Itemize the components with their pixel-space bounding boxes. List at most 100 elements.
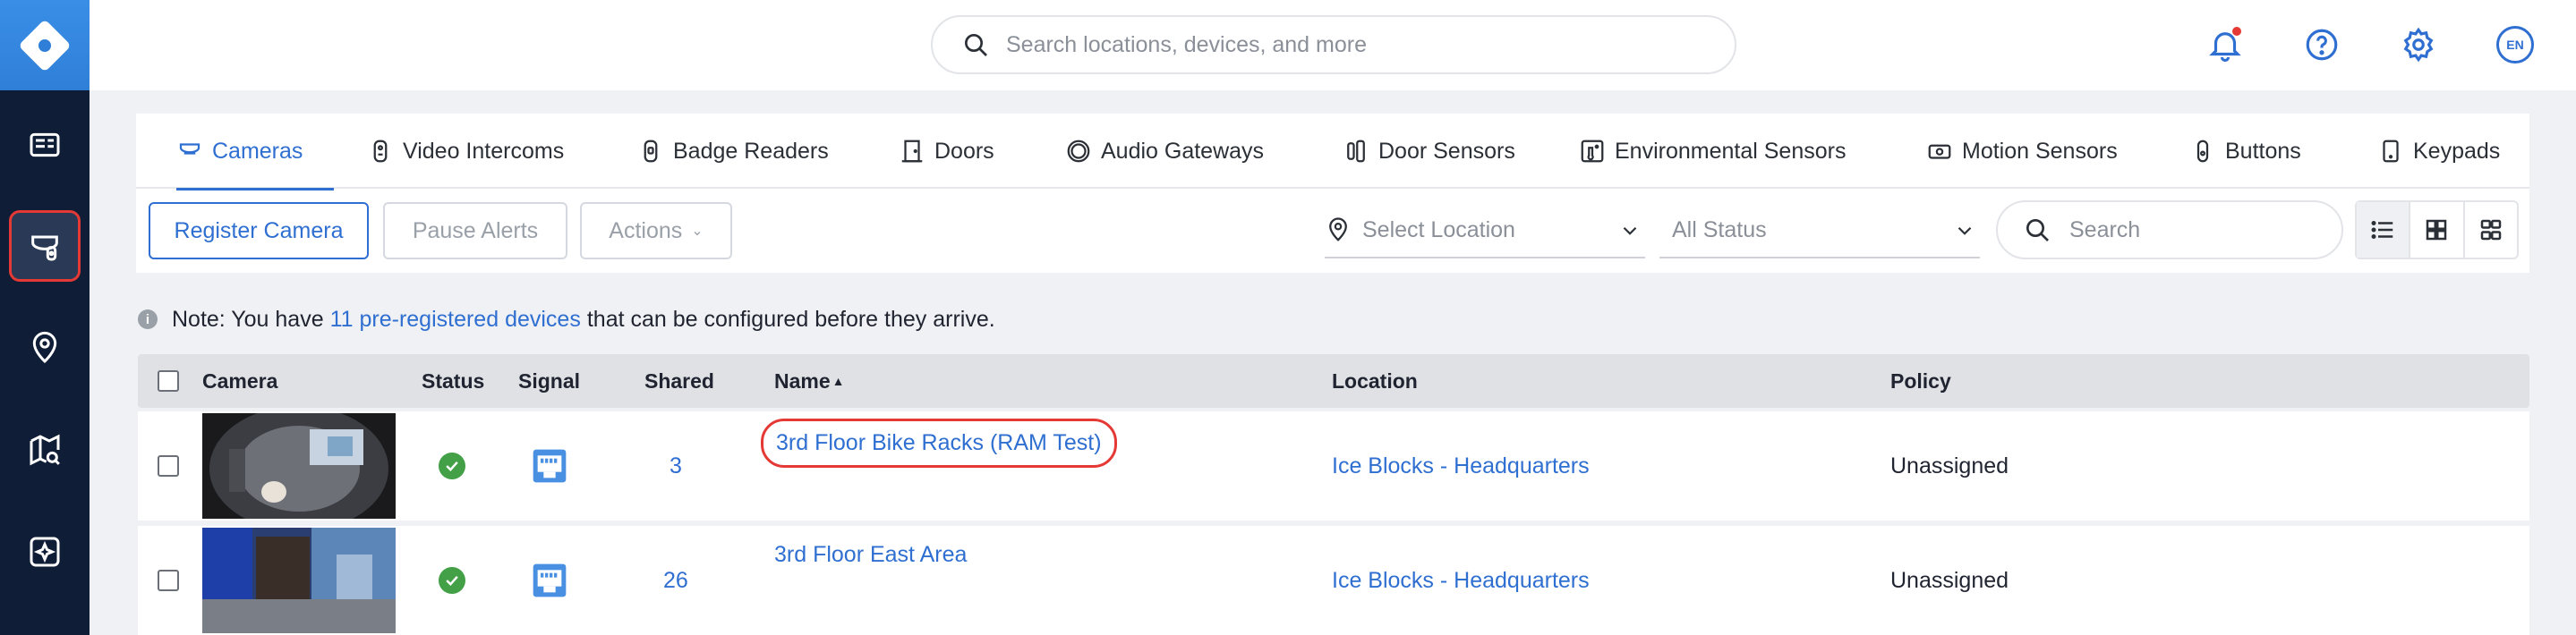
actions-label: Actions bbox=[609, 217, 683, 243]
left-nav-rail bbox=[0, 0, 90, 635]
shared-count-link[interactable]: 3 bbox=[670, 411, 682, 521]
online-check-icon bbox=[439, 453, 465, 479]
search-icon bbox=[2026, 219, 2049, 241]
table-row[interactable]: 3 3rd Floor Bike Racks (RAM Test) Ice Bl… bbox=[138, 411, 2529, 521]
column-camera: Camera bbox=[202, 368, 278, 393]
tab-label: Cameras bbox=[212, 138, 303, 164]
tab-label: Door Sensors bbox=[1378, 138, 1515, 164]
note-prefix: Note: You have bbox=[172, 306, 324, 332]
preregistered-devices-link[interactable]: 11 pre-registered devices bbox=[330, 307, 581, 333]
tab-keypads[interactable]: Keypads bbox=[2377, 114, 2500, 189]
camera-name-link[interactable]: 3rd Floor East Area bbox=[774, 542, 967, 568]
camera-thumbnail[interactable] bbox=[202, 528, 396, 633]
column-signal[interactable]: Signal bbox=[518, 354, 580, 408]
column-location[interactable]: Location bbox=[1332, 354, 1418, 408]
chevron-down-icon: ⌄ bbox=[691, 224, 704, 239]
badge-reader-icon bbox=[644, 140, 658, 163]
nav-maps[interactable] bbox=[9, 414, 81, 486]
door-sensor-icon bbox=[1347, 140, 1365, 163]
help-button[interactable] bbox=[2299, 21, 2345, 68]
gear-icon bbox=[2403, 27, 2434, 63]
status-value: All Status bbox=[1672, 216, 1767, 242]
button-device-icon bbox=[2196, 140, 2209, 163]
nav-dashboard[interactable] bbox=[9, 109, 81, 181]
table-header: Camera Status Signal Shared Name ▲ Locat… bbox=[138, 354, 2529, 408]
column-name[interactable]: Name ▲ bbox=[774, 354, 845, 408]
location-link[interactable]: Ice Blocks - Headquarters bbox=[1332, 411, 1590, 521]
tab-label: Motion Sensors bbox=[1962, 138, 2118, 164]
actions-dropdown[interactable]: Actions ⌄ bbox=[580, 202, 732, 259]
column-status[interactable]: Status bbox=[422, 354, 484, 408]
location-link[interactable]: Ice Blocks - Headquarters bbox=[1332, 526, 1590, 635]
row-select-cell bbox=[158, 411, 179, 521]
door-icon bbox=[901, 140, 923, 163]
pause-alerts-button[interactable]: Pause Alerts bbox=[383, 202, 567, 259]
list-icon bbox=[2371, 221, 2393, 239]
tab-motion-sensors[interactable]: Motion Sensors bbox=[1926, 114, 2118, 189]
notification-dot bbox=[2232, 27, 2241, 36]
table-row[interactable]: 26 3rd Floor East Area Ice Blocks - Head… bbox=[138, 526, 2529, 635]
location-select[interactable]: Select Location bbox=[1325, 203, 1645, 258]
nav-devices[interactable] bbox=[9, 210, 81, 282]
ethernet-icon bbox=[533, 563, 567, 597]
language-button[interactable]: EN bbox=[2492, 21, 2538, 68]
tab-environmental-sensors[interactable]: Environmental Sensors bbox=[1579, 114, 1846, 189]
signal-cell bbox=[532, 526, 567, 635]
global-search-input[interactable]: Search locations, devices, and more bbox=[931, 15, 1736, 74]
status-select[interactable]: All Status bbox=[1659, 203, 1980, 258]
column-name-label: Name bbox=[774, 368, 831, 393]
grid-view-button[interactable] bbox=[2410, 202, 2465, 258]
policy-value: Unassigned bbox=[1890, 453, 2009, 478]
policy-value: Unassigned bbox=[1890, 567, 2009, 593]
motion-sensor-icon bbox=[1928, 144, 1951, 159]
select-all-checkbox[interactable] bbox=[158, 370, 179, 392]
tab-label: Doors bbox=[934, 138, 994, 164]
tab-door-sensors[interactable]: Door Sensors bbox=[1343, 114, 1515, 189]
nav-locations[interactable] bbox=[9, 312, 81, 384]
shared-count-link[interactable]: 26 bbox=[663, 526, 688, 635]
location-placeholder: Select Location bbox=[1362, 216, 1515, 242]
notifications-button[interactable] bbox=[2202, 21, 2248, 68]
tab-cameras[interactable]: Cameras bbox=[176, 114, 334, 190]
nav-integrations[interactable] bbox=[9, 516, 81, 588]
global-search-placeholder: Search locations, devices, and more bbox=[1006, 31, 1367, 57]
tab-video-intercoms[interactable]: Video Intercoms bbox=[367, 114, 564, 189]
tile-view-button[interactable] bbox=[2465, 202, 2517, 258]
settings-button[interactable] bbox=[2395, 21, 2442, 68]
device-search-input[interactable]: Search bbox=[1996, 200, 2343, 259]
ethernet-icon bbox=[533, 449, 567, 483]
camera-name-link[interactable]: 3rd Floor Bike Racks (RAM Test) bbox=[761, 419, 1117, 468]
dashboard-card-icon bbox=[30, 132, 60, 157]
tab-label: Keypads bbox=[2413, 138, 2501, 164]
select-all-cell bbox=[158, 354, 179, 408]
tab-label: Audio Gateways bbox=[1101, 138, 1265, 164]
tab-buttons[interactable]: Buttons bbox=[2189, 114, 2301, 189]
column-policy[interactable]: Policy bbox=[1890, 354, 1951, 408]
app-logo[interactable] bbox=[0, 0, 90, 90]
register-camera-button[interactable]: Register Camera bbox=[149, 202, 369, 259]
column-shared[interactable]: Shared bbox=[644, 354, 714, 408]
top-bar: Search locations, devices, and more EN bbox=[90, 0, 2576, 90]
intercom-icon bbox=[373, 140, 388, 163]
row-checkbox[interactable] bbox=[158, 455, 179, 477]
signal-cell bbox=[532, 411, 567, 521]
tab-doors[interactable]: Doors bbox=[899, 114, 994, 189]
camera-device-icon bbox=[31, 235, 58, 261]
row-checkbox[interactable] bbox=[158, 570, 179, 591]
tile-grid-icon bbox=[2480, 219, 2502, 241]
camera-thumbnail[interactable] bbox=[202, 413, 396, 519]
row-select-cell bbox=[158, 526, 179, 635]
info-icon: i bbox=[138, 309, 158, 329]
location-pin-icon bbox=[1329, 217, 1347, 241]
tab-label: Environmental Sensors bbox=[1615, 138, 1847, 164]
tab-label: Video Intercoms bbox=[403, 138, 565, 164]
chevron-down-icon bbox=[1958, 226, 1972, 235]
search-placeholder: Search bbox=[2069, 216, 2141, 242]
tab-audio-gateways[interactable]: Audio Gateways bbox=[1065, 114, 1264, 189]
tab-badge-readers[interactable]: Badge Readers bbox=[637, 114, 829, 189]
location-pin-icon bbox=[32, 331, 57, 364]
devices-panel: Cameras Video Intercoms Badge Readers Do… bbox=[136, 114, 2529, 273]
note-suffix: that can be configured before they arriv… bbox=[586, 306, 995, 332]
map-search-icon bbox=[30, 434, 60, 466]
list-view-button[interactable] bbox=[2357, 202, 2411, 258]
